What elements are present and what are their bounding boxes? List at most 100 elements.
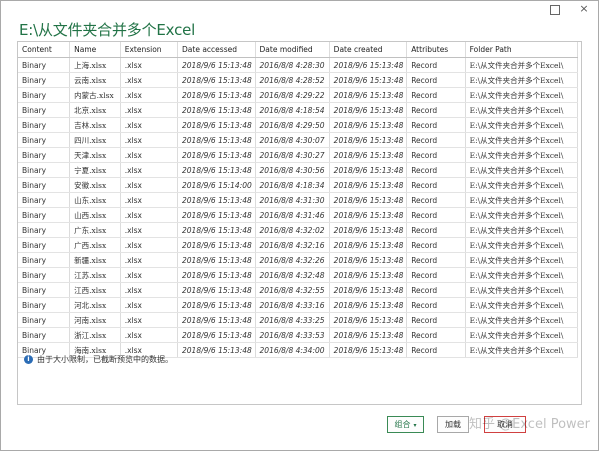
table-cell: 河北.xlsx <box>69 297 121 313</box>
table-cell: .xlsx <box>120 252 179 268</box>
close-icon[interactable]: × <box>578 2 590 16</box>
column-header[interactable]: Extension <box>120 42 179 58</box>
table-cell: 2016/8/8 4:34:00 <box>255 342 330 358</box>
table-cell: Record <box>406 327 466 343</box>
table-cell: .xlsx <box>120 282 179 298</box>
column-header[interactable]: Folder Path <box>465 42 579 58</box>
table-cell: 2018/9/6 15:13:48 <box>329 207 408 223</box>
table-row[interactable]: Binary 上海.xlsx .xlsx 2018/9/6 15:13:48 2016/… <box>18 57 579 73</box>
table-cell: 2016/8/8 4:31:30 <box>255 192 330 208</box>
table-cell: Binary <box>18 132 71 148</box>
table-cell: 云南.xlsx <box>69 72 121 88</box>
table-cell: E:\从文件夹合并多个Excel\ <box>465 57 579 73</box>
maximize-icon[interactable] <box>550 5 560 15</box>
table-cell: 2018/9/6 15:13:48 <box>329 222 408 238</box>
table-cell: .xlsx <box>120 57 179 73</box>
table-cell: 2018/9/6 15:13:48 <box>177 162 256 178</box>
column-header[interactable]: Date created <box>329 42 408 58</box>
table-cell: 2016/8/8 4:32:02 <box>255 222 330 238</box>
table-cell: 北京.xlsx <box>69 102 121 118</box>
column-header[interactable]: Date accessed <box>177 42 256 58</box>
table-cell: 2018/9/6 15:13:48 <box>329 237 408 253</box>
table-cell: Binary <box>18 222 71 238</box>
table-cell: 山西.xlsx <box>69 207 121 223</box>
table-row[interactable]: Binary 山西.xlsx .xlsx 2018/9/6 15:13:48 2016/… <box>18 207 579 223</box>
table-cell: 2018/9/6 15:13:48 <box>329 192 408 208</box>
table-cell: E:\从文件夹合并多个Excel\ <box>465 342 579 358</box>
combine-button[interactable]: 组合 ▾ <box>387 416 424 433</box>
table-cell: Record <box>406 192 466 208</box>
table-row[interactable]: Binary 安徽.xlsx .xlsx 2018/9/6 15:14:00 2016/… <box>18 177 579 193</box>
table-cell: 山东.xlsx <box>69 192 121 208</box>
table-row[interactable]: Binary 宁夏.xlsx .xlsx 2018/9/6 15:13:48 2016/… <box>18 162 579 178</box>
table-cell: E:\从文件夹合并多个Excel\ <box>465 297 579 313</box>
truncation-notice: i 由于大小限制，已截断预览中的数据。 <box>24 354 173 365</box>
table-cell: 2016/8/8 4:32:55 <box>255 282 330 298</box>
table-row[interactable]: Binary 广东.xlsx .xlsx 2018/9/6 15:13:48 2016/… <box>18 222 579 238</box>
table-row[interactable]: Binary 吉林.xlsx .xlsx 2018/9/6 15:13:48 2016/… <box>18 117 579 133</box>
table-cell: 2018/9/6 15:13:48 <box>329 132 408 148</box>
table-cell: 2018/9/6 15:13:48 <box>329 162 408 178</box>
table-cell: .xlsx <box>120 222 179 238</box>
table-cell: 2018/9/6 15:13:48 <box>177 252 256 268</box>
column-header[interactable]: Name <box>69 42 121 58</box>
table-cell: Binary <box>18 162 71 178</box>
table-cell: .xlsx <box>120 102 179 118</box>
table-cell: Record <box>406 282 466 298</box>
table-cell: 2016/8/8 4:28:30 <box>255 57 330 73</box>
table-row[interactable]: Binary 广西.xlsx .xlsx 2018/9/6 15:13:48 2016/… <box>18 237 579 253</box>
table-row[interactable]: Binary 新疆.xlsx .xlsx 2018/9/6 15:13:48 2016/… <box>18 252 579 268</box>
dialog-window: × E:\从文件夹合并多个Excel Content Name Extension D… <box>0 0 599 451</box>
table-cell: E:\从文件夹合并多个Excel\ <box>465 252 579 268</box>
table-cell: 江西.xlsx <box>69 282 121 298</box>
window-controls: × <box>550 2 590 16</box>
table-cell: 2016/8/8 4:33:53 <box>255 327 330 343</box>
table-cell: .xlsx <box>120 207 179 223</box>
table-row[interactable]: Binary 北京.xlsx .xlsx 2018/9/6 15:13:48 2016/… <box>18 102 579 118</box>
column-header[interactable]: Date modified <box>255 42 330 58</box>
chevron-down-icon[interactable]: ▾ <box>413 422 416 429</box>
column-header[interactable]: Attributes <box>406 42 466 58</box>
table-cell: Record <box>406 177 466 193</box>
table-cell: E:\从文件夹合并多个Excel\ <box>465 207 579 223</box>
table-cell: Binary <box>18 282 71 298</box>
table-cell: 江苏.xlsx <box>69 267 121 283</box>
table-cell: 2018/9/6 15:13:48 <box>329 87 408 103</box>
table-cell: 2018/9/6 15:13:48 <box>177 327 256 343</box>
table-cell: 2018/9/6 15:13:48 <box>177 237 256 253</box>
table-row[interactable]: Binary 河北.xlsx .xlsx 2018/9/6 15:13:48 2016/… <box>18 297 579 313</box>
table-cell: Binary <box>18 207 71 223</box>
table-cell: Record <box>406 252 466 268</box>
info-icon: i <box>24 355 33 364</box>
table-row[interactable]: Binary 内蒙古.xlsx .xlsx 2018/9/6 15:13:48 2016… <box>18 87 579 103</box>
table-cell: E:\从文件夹合并多个Excel\ <box>465 162 579 178</box>
table-row[interactable]: Binary 江西.xlsx .xlsx 2018/9/6 15:13:48 2016/… <box>18 282 579 298</box>
table-cell: 2018/9/6 15:13:48 <box>177 117 256 133</box>
table-cell: 2016/8/8 4:29:22 <box>255 87 330 103</box>
table-cell: 2018/9/6 15:13:48 <box>177 72 256 88</box>
table-row[interactable]: Binary 河南.xlsx .xlsx 2018/9/6 15:13:48 2016/… <box>18 312 579 328</box>
table-cell: 广西.xlsx <box>69 237 121 253</box>
table-cell: Binary <box>18 252 71 268</box>
file-list-table: Content Name Extension Date accessed Date mo… <box>18 42 579 358</box>
table-cell: Binary <box>18 147 71 163</box>
load-button[interactable]: 加载 <box>437 416 469 433</box>
table-cell: 2018/9/6 15:13:48 <box>177 207 256 223</box>
column-header[interactable]: Content <box>18 42 71 58</box>
notice-text: 由于大小限制，已截断预览中的数据。 <box>37 355 173 364</box>
table-cell: 2018/9/6 15:13:48 <box>329 297 408 313</box>
table-cell: Binary <box>18 117 71 133</box>
table-cell: 宁夏.xlsx <box>69 162 121 178</box>
table-cell: E:\从文件夹合并多个Excel\ <box>465 312 579 328</box>
table-row[interactable]: Binary 天津.xlsx .xlsx 2018/9/6 15:13:48 2016/… <box>18 147 579 163</box>
table-cell: 2016/8/8 4:29:50 <box>255 117 330 133</box>
table-row[interactable]: Binary 云南.xlsx .xlsx 2018/9/6 15:13:48 2016/… <box>18 72 579 88</box>
table-row[interactable]: Binary 浙江.xlsx .xlsx 2018/9/6 15:13:48 2016/… <box>18 327 579 343</box>
table-cell: Record <box>406 237 466 253</box>
table-cell: .xlsx <box>120 267 179 283</box>
table-row[interactable]: Binary 江苏.xlsx .xlsx 2018/9/6 15:13:48 2016/… <box>18 267 579 283</box>
table-cell: Binary <box>18 327 71 343</box>
table-row[interactable]: Binary 山东.xlsx .xlsx 2018/9/6 15:13:48 2016/… <box>18 192 579 208</box>
table-cell: .xlsx <box>120 147 179 163</box>
table-row[interactable]: Binary 四川.xlsx .xlsx 2018/9/6 15:13:48 2016/… <box>18 132 579 148</box>
